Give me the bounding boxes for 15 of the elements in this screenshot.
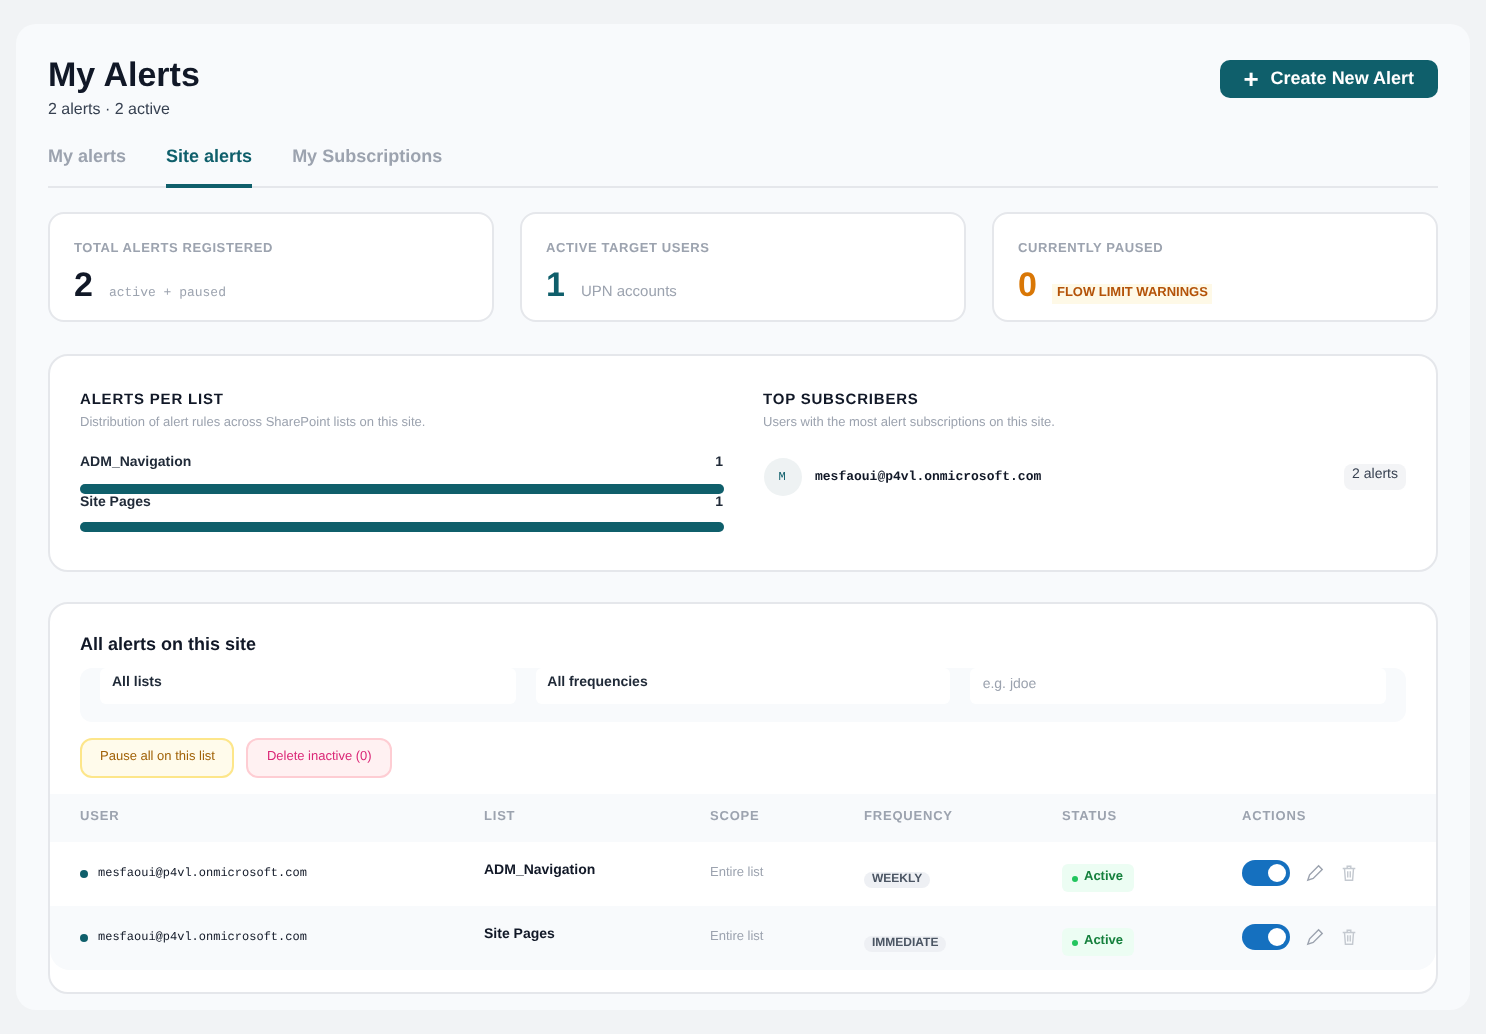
tab[interactable]: Site alerts [166,142,253,188]
pencil-icon[interactable] [1306,928,1324,946]
plus-icon: + [1243,66,1259,92]
stat-value: 2 [74,265,93,306]
create-alert-button[interactable]: + Create New Alert [1219,60,1438,98]
stat-value: 1 [546,265,565,306]
toggle-switch[interactable] [1242,924,1290,950]
pencil-icon[interactable] [1306,864,1324,882]
stat-value: 0 [1018,265,1037,306]
trash-icon[interactable] [1340,928,1358,946]
page-title: My Alerts [48,56,200,96]
trash-icon[interactable] [1340,864,1358,882]
section-title: All alerts on this site [78,632,259,658]
toggle-switch[interactable] [1242,860,1290,886]
page-subtitle: 2 alerts · 2 active [48,98,172,122]
